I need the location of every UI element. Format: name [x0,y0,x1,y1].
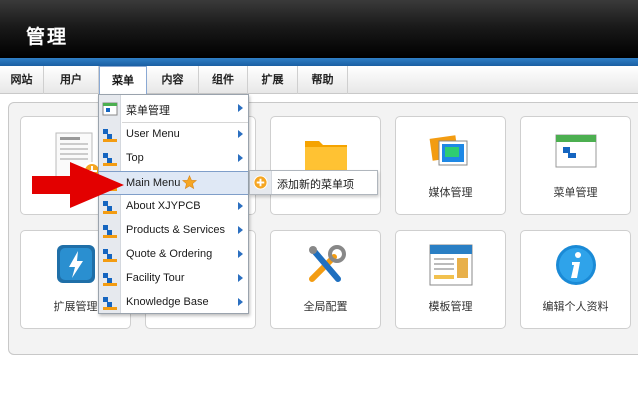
tile-edit-profile[interactable]: 编辑个人资料 [520,230,631,329]
tile-label: 菜单管理 [553,186,598,199]
dropdown-item-label: Products & Services [126,224,226,236]
menu-item-icon [102,271,118,287]
tile-global-config[interactable]: 全局配置 [270,230,381,329]
menu-item-icon [102,247,118,263]
nav-item-extensions[interactable]: 扩展 [248,66,298,94]
submenu-arrow-icon [238,250,243,258]
dropdown-item-label: Knowledge Base [126,296,209,308]
nav-item-users[interactable]: 用户 [44,66,99,94]
tile-menu-manager[interactable]: 菜单管理 [520,116,631,215]
global-config-icon [304,243,348,291]
submenu-arrow-icon [238,202,243,210]
page-title: 管理 [26,26,69,48]
submenu-arrow-icon [238,298,243,306]
tile-label: 编辑个人资料 [542,300,609,313]
default-star-icon [181,174,198,194]
main-menu-submenu: 添加新的菜单项 [249,170,378,195]
tile-template-manager[interactable]: 模板管理 [395,230,506,329]
menu-item-icon [102,295,118,311]
dropdown-item-menu-manager[interactable]: 菜单管理 [99,97,248,121]
submenu-arrow-icon [238,226,243,234]
nav-item-site[interactable]: 网站 [0,66,44,94]
admin-header: 管理 [0,0,638,58]
add-icon [253,175,268,194]
tile-media-manager[interactable]: 媒体管理 [395,116,506,215]
nav-item-menus[interactable]: 菜单 [99,66,147,94]
dropdown-item-label: User Menu [126,128,180,140]
main-nav: 网站 用户 菜单 内容 组件 扩展 帮助 [0,66,638,94]
submenu-arrow-icon [238,154,243,162]
menu-item-icon [102,127,118,143]
dropdown-item-user-menu[interactable]: User Menu [99,123,248,147]
extension-manager-icon [55,243,97,289]
menu-manager-icon [102,101,118,117]
tile-label: 模板管理 [428,300,473,313]
media-manager-icon [429,133,473,175]
dropdown-item-quote[interactable]: Quote & Ordering [99,243,248,267]
dropdown-item-label: 菜单管理 [126,105,170,117]
edit-profile-icon [554,243,598,291]
header-accent-bar [0,58,638,66]
red-pointer-arrow-icon [32,160,126,214]
nav-item-content[interactable]: 内容 [147,66,199,94]
submenu-arrow-icon [238,274,243,282]
tile-label: 全局配置 [303,300,348,313]
add-menu-item-link[interactable]: 添加新的菜单项 [277,176,354,192]
menu-item-icon [102,223,118,239]
dropdown-item-label: Facility Tour [126,272,185,284]
dropdown-item-label: Top [126,152,144,164]
dropdown-item-knowledge[interactable]: Knowledge Base [99,291,248,315]
nav-item-help[interactable]: 帮助 [298,66,348,94]
submenu-arrow-icon [238,104,243,112]
menu-manager-icon [554,131,598,175]
template-manager-icon [428,243,474,291]
nav-item-components[interactable]: 组件 [199,66,248,94]
submenu-arrow-icon [238,130,243,138]
tile-label: 媒体管理 [428,186,473,199]
dropdown-item-label: About XJYPCB [126,200,201,212]
dropdown-item-label: Main Menu [126,177,181,189]
dropdown-item-label: Quote & Ordering [126,248,213,260]
dropdown-item-facility[interactable]: Facility Tour [99,267,248,291]
tile-folder[interactable] [270,116,381,215]
dropdown-item-products[interactable]: Products & Services [99,219,248,243]
